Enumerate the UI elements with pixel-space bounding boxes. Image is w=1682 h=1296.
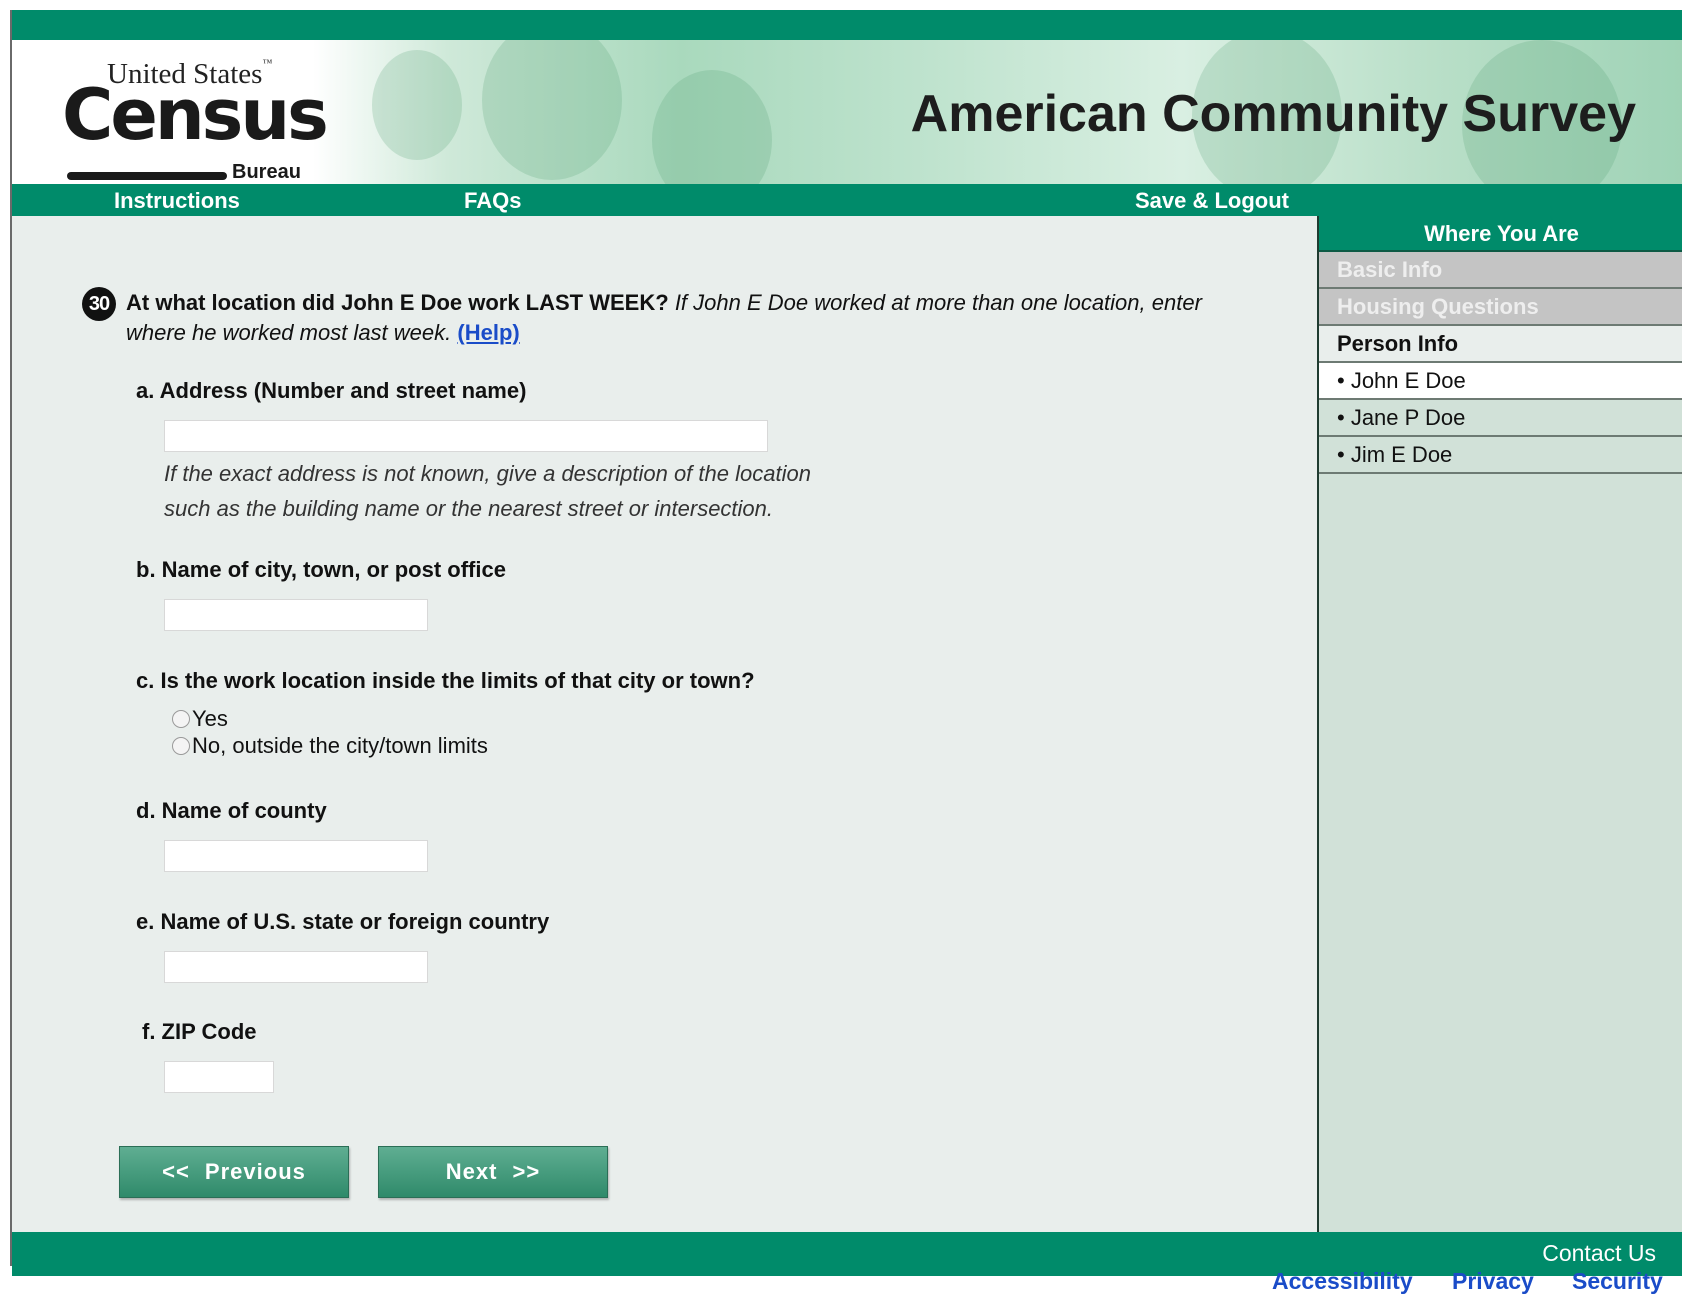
sidebar-heading: Where You Are — [1319, 216, 1682, 252]
question-text: At what location did John E Doe work LAS… — [126, 288, 1236, 348]
top-bar — [12, 10, 1682, 40]
logo-census: Census — [62, 74, 329, 156]
question-main: At what location did John E Doe work LAS… — [126, 290, 669, 315]
sidebar-item-basic-info: Basic Info — [1319, 252, 1682, 289]
help-link[interactable]: (Help) — [457, 320, 519, 345]
banner-photo-decoration — [652, 70, 772, 194]
radio-no-row[interactable]: No, outside the city/town limits — [172, 733, 488, 759]
page-frame: United States™ Census Bureau American Co… — [10, 10, 1682, 1276]
security-link[interactable]: Security — [1572, 1268, 1663, 1295]
state-country-input[interactable] — [164, 951, 428, 983]
county-input[interactable] — [164, 840, 428, 872]
logo-trademark: ™ — [262, 58, 273, 69]
address-hint-line2: such as the building name or the nearest… — [164, 496, 774, 521]
nav-instructions-link[interactable]: Instructions — [114, 188, 240, 214]
sidebar-item-jim-e-doe[interactable]: • Jim E Doe — [1319, 437, 1682, 474]
sidebar-item-john-e-doe[interactable]: • John E Doe — [1319, 363, 1682, 400]
previous-button[interactable]: << Previous — [119, 1146, 349, 1198]
question-number-badge: 30 — [82, 287, 116, 321]
nav-bar: Instructions FAQs Save & Logout — [12, 184, 1682, 216]
header-banner: United States™ Census Bureau American Co… — [12, 40, 1682, 194]
zip-label: f. ZIP Code — [142, 1019, 257, 1044]
accessibility-link[interactable]: Accessibility — [1272, 1268, 1413, 1295]
city-label: b. Name of city, town, or post office — [136, 557, 506, 582]
state-country-label: e. Name of U.S. state or foreign country — [136, 909, 550, 934]
privacy-link[interactable]: Privacy — [1452, 1268, 1534, 1295]
radio-yes-row[interactable]: Yes — [172, 706, 228, 732]
sidebar-item-jane-p-doe[interactable]: • Jane P Doe — [1319, 400, 1682, 437]
survey-title: American Community Survey — [910, 85, 1636, 143]
nav-save-logout-link[interactable]: Save & Logout — [1135, 188, 1289, 214]
logo-underline — [67, 172, 227, 180]
next-button[interactable]: Next >> — [378, 1146, 608, 1198]
address-label: a. Address (Number and street name) — [136, 378, 527, 403]
banner-photo-decoration — [372, 50, 462, 160]
city-limits-label: c. Is the work location inside the limit… — [136, 668, 755, 693]
question-panel: 30 At what location did John E Doe work … — [12, 216, 1317, 1232]
radio-yes-label: Yes — [192, 706, 228, 731]
radio-yes[interactable] — [172, 710, 190, 728]
where-you-are-sidebar: Where You Are Basic Info Housing Questio… — [1317, 216, 1682, 1232]
banner-photo-decoration — [482, 40, 622, 180]
address-input[interactable] — [164, 420, 768, 452]
zip-input[interactable] — [164, 1061, 274, 1093]
contact-us-link[interactable]: Contact Us — [1542, 1240, 1656, 1267]
sidebar-item-housing-questions: Housing Questions — [1319, 289, 1682, 326]
radio-no-label: No, outside the city/town limits — [192, 733, 488, 758]
sidebar-item-person-info: Person Info — [1319, 326, 1682, 363]
address-hint-line1: If the exact address is not known, give … — [164, 461, 811, 486]
radio-no[interactable] — [172, 737, 190, 755]
census-bureau-logo: United States™ Census Bureau — [62, 58, 329, 183]
city-input[interactable] — [164, 599, 428, 631]
footer-bar: Contact Us — [12, 1232, 1682, 1276]
logo-bureau: Bureau — [232, 161, 301, 183]
nav-faqs-link[interactable]: FAQs — [464, 188, 521, 214]
county-label: d. Name of county — [136, 798, 327, 823]
